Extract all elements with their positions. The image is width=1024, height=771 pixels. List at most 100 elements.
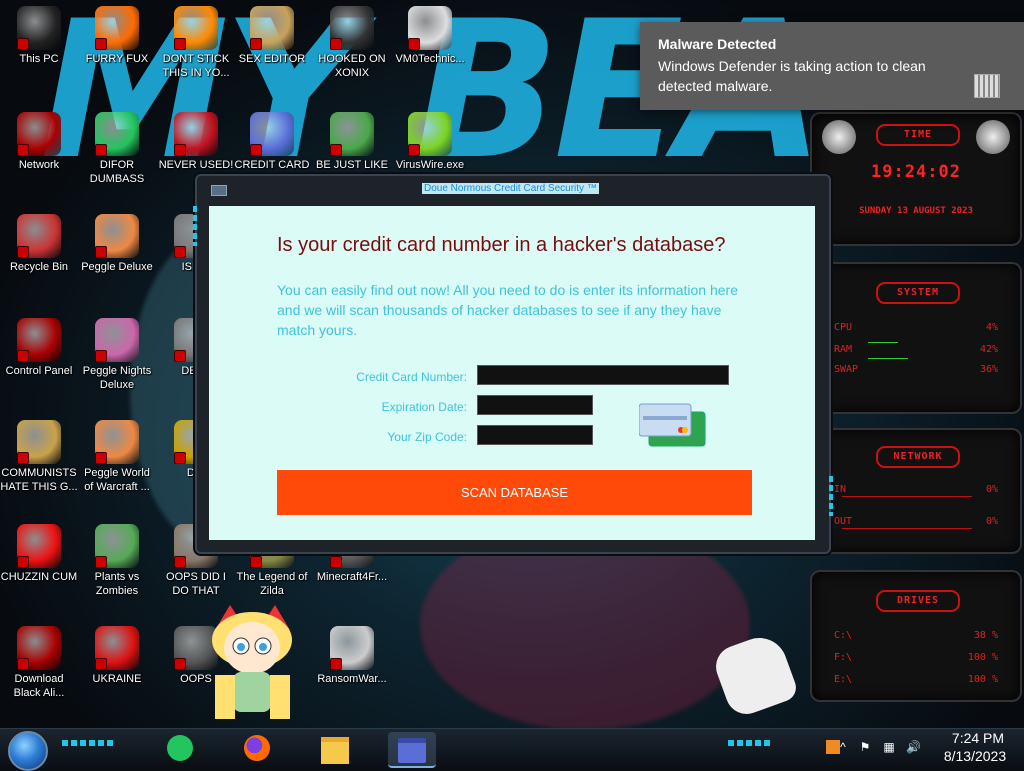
desktop-icon-label: OOPS DID I DO THAT <box>166 571 226 597</box>
desktop-icon[interactable]: Peggle Deluxe <box>78 214 156 274</box>
desktop-icon[interactable]: FURRY FUX <box>78 6 156 66</box>
flag-icon[interactable]: ⚑ <box>858 740 872 754</box>
shortcut-badge-icon <box>174 144 186 156</box>
network-icon[interactable]: ▦ <box>882 740 896 754</box>
scan-database-button[interactable]: SCAN DATABASE <box>277 470 752 515</box>
net-in-value: 0% <box>985 484 998 495</box>
net-in-label: IN <box>834 484 847 495</box>
desktop-icon[interactable]: Peggle World of Warcraft ... <box>78 420 156 494</box>
desktop-icon[interactable]: Control Panel <box>0 318 78 378</box>
desktop-icon-label: DIFOR DUMBASS <box>89 159 145 185</box>
credit-card-icon <box>398 738 426 763</box>
cpu-graph <box>868 342 898 343</box>
desktop-icon[interactable]: VirusWire.exe <box>391 112 469 172</box>
image-editor-icon <box>250 6 294 50</box>
shortcut-badge-icon <box>250 144 262 156</box>
desktop-icon[interactable]: RansomWar... <box>313 626 391 686</box>
desktop-icon[interactable]: DONT STICK THIS IN YO... <box>157 6 235 80</box>
alien-head-icon <box>976 120 1010 154</box>
desktop-icon[interactable]: Network <box>0 112 78 172</box>
taskbar-chat-app[interactable] <box>157 732 205 766</box>
desktop-icon-label: UKRAINE <box>92 673 142 685</box>
shortcut-badge-icon <box>95 38 107 50</box>
desktop-icon-label: Network <box>18 159 60 171</box>
page-heading: Is your credit card number in a hacker's… <box>277 234 726 256</box>
drives-gadget: DRIVES C:\ 38 % F:\ 100 % E:\ 100 % <box>810 570 1022 702</box>
desktop-icon[interactable]: CREDIT CARD <box>233 112 311 172</box>
desktop-icon[interactable]: CHUZZIN CUM <box>0 524 78 584</box>
card-number-input[interactable] <box>477 365 729 385</box>
zip-code-input[interactable] <box>477 425 593 445</box>
desktop-icon-label: Minecraft4Fr... <box>316 571 388 583</box>
drive-c-value: 38 % <box>973 630 998 641</box>
net-out-graph <box>842 528 972 529</box>
shortcut-badge-icon <box>17 350 29 362</box>
shortcut-badge-icon <box>408 144 420 156</box>
shortcut-badge-icon <box>330 38 342 50</box>
shortcut-badge-icon <box>95 556 107 568</box>
desktop-icon-label: Recycle Bin <box>9 261 69 273</box>
drive-f-value: 100 % <box>967 652 998 663</box>
ram-label: RAM <box>834 344 853 355</box>
shortcut-badge-icon <box>95 350 107 362</box>
desktop-icon[interactable]: Plants vs Zombies <box>78 524 156 598</box>
plant-icon <box>95 524 139 568</box>
desktop-icon[interactable]: Download Black Ali... <box>0 626 78 700</box>
swap-row: SWAP 36% <box>834 364 998 375</box>
desktop-icon-label: This PC <box>19 53 59 65</box>
shortcut-badge-icon <box>17 658 29 670</box>
expiration-date-input[interactable] <box>477 395 593 415</box>
window-content: Is your credit card number in a hacker's… <box>209 206 815 540</box>
desktop-icon[interactable]: Peggle Nights Deluxe <box>78 318 156 392</box>
credit-card-icon <box>250 112 294 156</box>
ram-value: 42% <box>979 344 998 355</box>
desktop-icon-label: FURRY FUX <box>85 53 149 65</box>
desktop-icon-label: Peggle Nights Deluxe <box>82 365 152 391</box>
window-title[interactable]: Doue Normous Credit Card Security ™ <box>422 183 599 194</box>
desktop-icon[interactable]: UKRAINE <box>78 626 156 686</box>
time-gadget-title: TIME <box>876 124 960 146</box>
net-out-row: OUT 0% <box>834 516 998 527</box>
desktop-icon[interactable]: NEVER USED! <box>157 112 235 172</box>
desktop-icon[interactable]: Recycle Bin <box>0 214 78 274</box>
taskbar-clock-time[interactable]: 7:24 PM <box>938 730 1018 746</box>
peggle-icon <box>95 214 139 258</box>
expiration-date-label: Expiration Date: <box>381 400 467 414</box>
start-button[interactable] <box>8 731 48 771</box>
desktop-icon-label: SEX EDITOR <box>238 53 306 65</box>
taskbar-credit-card-app[interactable] <box>388 732 436 768</box>
shortcut-badge-icon <box>250 556 262 568</box>
chevron-up-icon[interactable]: ^ <box>836 740 850 754</box>
shortcut-badge-icon <box>17 246 29 258</box>
shortcut-badge-icon <box>408 38 420 50</box>
taskbar-clock-date[interactable]: 8/13/2023 <box>930 748 1020 764</box>
chat-icon <box>167 735 193 761</box>
net-in-row: IN 0% <box>834 484 998 495</box>
desktop-icon[interactable]: SEX EDITOR <box>233 6 311 66</box>
volume-icon[interactable]: 🔊 <box>906 740 921 754</box>
swap-value: 36% <box>979 364 998 375</box>
desktop-icon-label: CHUZZIN CUM <box>0 571 78 583</box>
doctor-icon <box>408 6 452 50</box>
peggle-icon <box>95 420 139 464</box>
recycle-bin-icon <box>17 214 61 258</box>
shortcut-badge-icon <box>17 38 29 50</box>
desktop-icon[interactable]: This PC <box>0 6 78 66</box>
credit-cards-image <box>638 402 707 450</box>
desktop-icon[interactable]: HOOKED ON XONIX <box>313 6 391 80</box>
malware-toast-notification[interactable]: Malware Detected Windows Defender is tak… <box>640 22 1024 110</box>
desktop-icon-label: Peggle World of Warcraft ... <box>84 467 150 493</box>
window-frame-accent <box>193 206 197 246</box>
drive-f-row: F:\ 100 % <box>834 652 998 663</box>
desktop-mascot-image <box>205 600 300 725</box>
gadget-clock: 19:24:02 <box>871 162 961 182</box>
desktop-icon[interactable]: VM0Technic... <box>391 6 469 66</box>
system-gadget: SYSTEM CPU 4% RAM 42% SWAP 36% <box>810 262 1022 414</box>
desktop-icon[interactable]: DIFOR DUMBASS <box>78 112 156 186</box>
network-gadget-title: NETWORK <box>876 446 960 468</box>
net-in-graph <box>842 496 972 497</box>
taskbar-firefox[interactable] <box>234 732 282 766</box>
desktop-icon[interactable]: COMMUNISTS HATE THIS G... <box>0 420 78 494</box>
taskbar-file-explorer[interactable] <box>311 732 359 766</box>
desktop-icon[interactable]: BE JUST LIKE <box>313 112 391 172</box>
